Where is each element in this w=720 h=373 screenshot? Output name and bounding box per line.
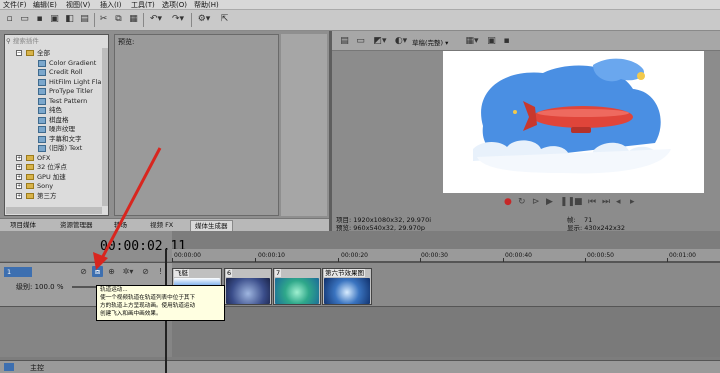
arrow-shaft	[98, 147, 162, 263]
ruler-tick	[503, 258, 504, 262]
ruler-tick	[667, 258, 668, 262]
ruler-tick	[338, 258, 339, 262]
annotation-arrow	[93, 147, 162, 270]
ruler-tick	[585, 258, 586, 262]
ruler-tick	[255, 258, 256, 262]
arrow-head	[93, 252, 108, 270]
ruler-tick	[420, 258, 421, 262]
ruler-tick	[172, 258, 173, 262]
